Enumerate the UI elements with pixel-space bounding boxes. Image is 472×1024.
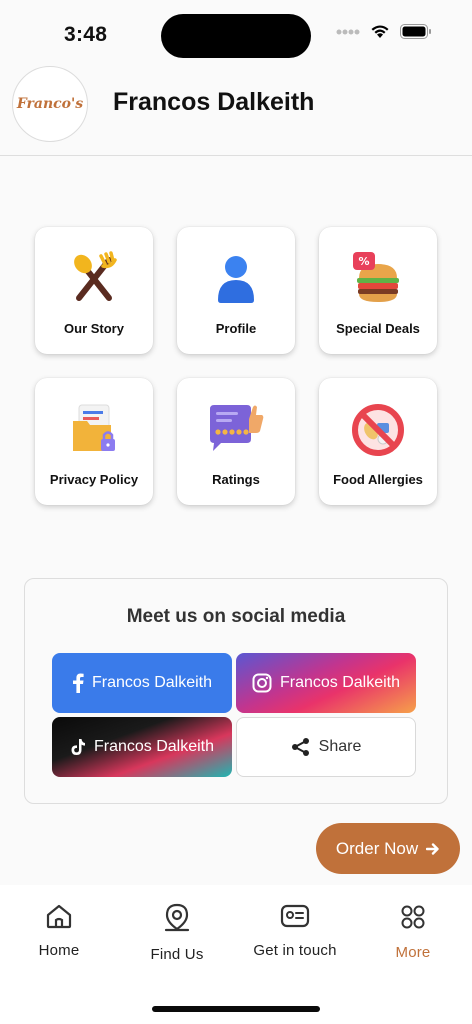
facebook-label: Francos Dalkeith: [91, 674, 213, 691]
tiktok-label: Francos Dalkeith: [93, 738, 215, 755]
instagram-label: Francos Dalkeith: [279, 674, 401, 691]
svg-text:%: %: [358, 255, 369, 268]
logo-text: Franco's: [16, 96, 84, 112]
tile-food-allergies[interactable]: Food Allergies: [319, 378, 437, 505]
nav-get-in-touch[interactable]: Get in touch: [236, 903, 354, 959]
wifi-icon: [371, 25, 389, 38]
home-icon: [46, 904, 72, 929]
rating-icon: [206, 400, 266, 460]
share-button[interactable]: Share: [236, 717, 416, 777]
status-icons: [336, 24, 432, 39]
nav-home[interactable]: Home: [0, 903, 118, 959]
app-header: Franco's Francos Dalkeith: [0, 64, 472, 156]
tile-ratings[interactable]: Ratings: [177, 378, 295, 505]
signal-icon: [336, 29, 360, 34]
tile-special-deals[interactable]: % Special Deals: [319, 227, 437, 354]
instagram-icon: [252, 673, 272, 693]
nav-find-us[interactable]: Find Us: [118, 903, 236, 963]
tile-label: Special Deals: [336, 321, 420, 336]
bottom-nav: Home Find Us Get in touch More: [0, 885, 472, 1024]
burger-deal-icon: %: [348, 249, 408, 309]
tiktok-button[interactable]: Francos Dalkeith: [52, 717, 232, 777]
tile-label: Privacy Policy: [49, 472, 139, 487]
nav-more[interactable]: More: [354, 903, 472, 961]
instagram-button[interactable]: Francos Dalkeith: [236, 653, 416, 713]
tile-label: Profile: [215, 321, 257, 336]
menu-grid: Our Story Profile % Special Deals Privac…: [35, 227, 437, 505]
arrow-right-icon: [426, 842, 439, 855]
cutlery-icon: [64, 249, 124, 309]
tile-privacy-policy[interactable]: Privacy Policy: [35, 378, 153, 505]
status-bar: 3:48: [0, 0, 472, 64]
tile-our-story[interactable]: Our Story: [35, 227, 153, 354]
status-time: 3:48: [64, 23, 108, 46]
allergy-icon: [348, 400, 408, 460]
person-icon: [206, 249, 266, 309]
tiktok-icon: [71, 739, 85, 755]
tile-label: Our Story: [64, 321, 124, 336]
share-label: Share: [318, 738, 362, 755]
share-icon: [291, 738, 309, 756]
nav-label: Get in touch: [253, 942, 337, 959]
contact-card-icon: [280, 904, 310, 928]
facebook-button[interactable]: Francos Dalkeith: [52, 653, 232, 713]
battery-icon: [400, 24, 431, 39]
social-title: Meet us on social media: [126, 606, 346, 627]
dynamic-island: [161, 14, 311, 58]
restaurant-logo[interactable]: Franco's: [12, 66, 88, 142]
tile-label: Ratings: [212, 472, 260, 487]
page-title: Francos Dalkeith: [113, 88, 315, 116]
nav-label: Home: [38, 942, 80, 959]
tile-profile[interactable]: Profile: [177, 227, 295, 354]
nav-label: Find Us: [150, 946, 204, 963]
social-media-card: Meet us on social media Francos Dalkeith…: [24, 578, 448, 804]
order-now-button[interactable]: Order Now: [316, 823, 460, 874]
tile-label: Food Allergies: [333, 472, 423, 487]
privacy-folder-icon: [64, 400, 124, 460]
nav-label: More: [395, 944, 431, 961]
facebook-icon: [72, 673, 84, 693]
location-icon: [164, 903, 190, 932]
grid-icon: [401, 905, 425, 929]
order-now-label: Order Now: [335, 838, 419, 858]
home-indicator: [152, 1006, 320, 1012]
